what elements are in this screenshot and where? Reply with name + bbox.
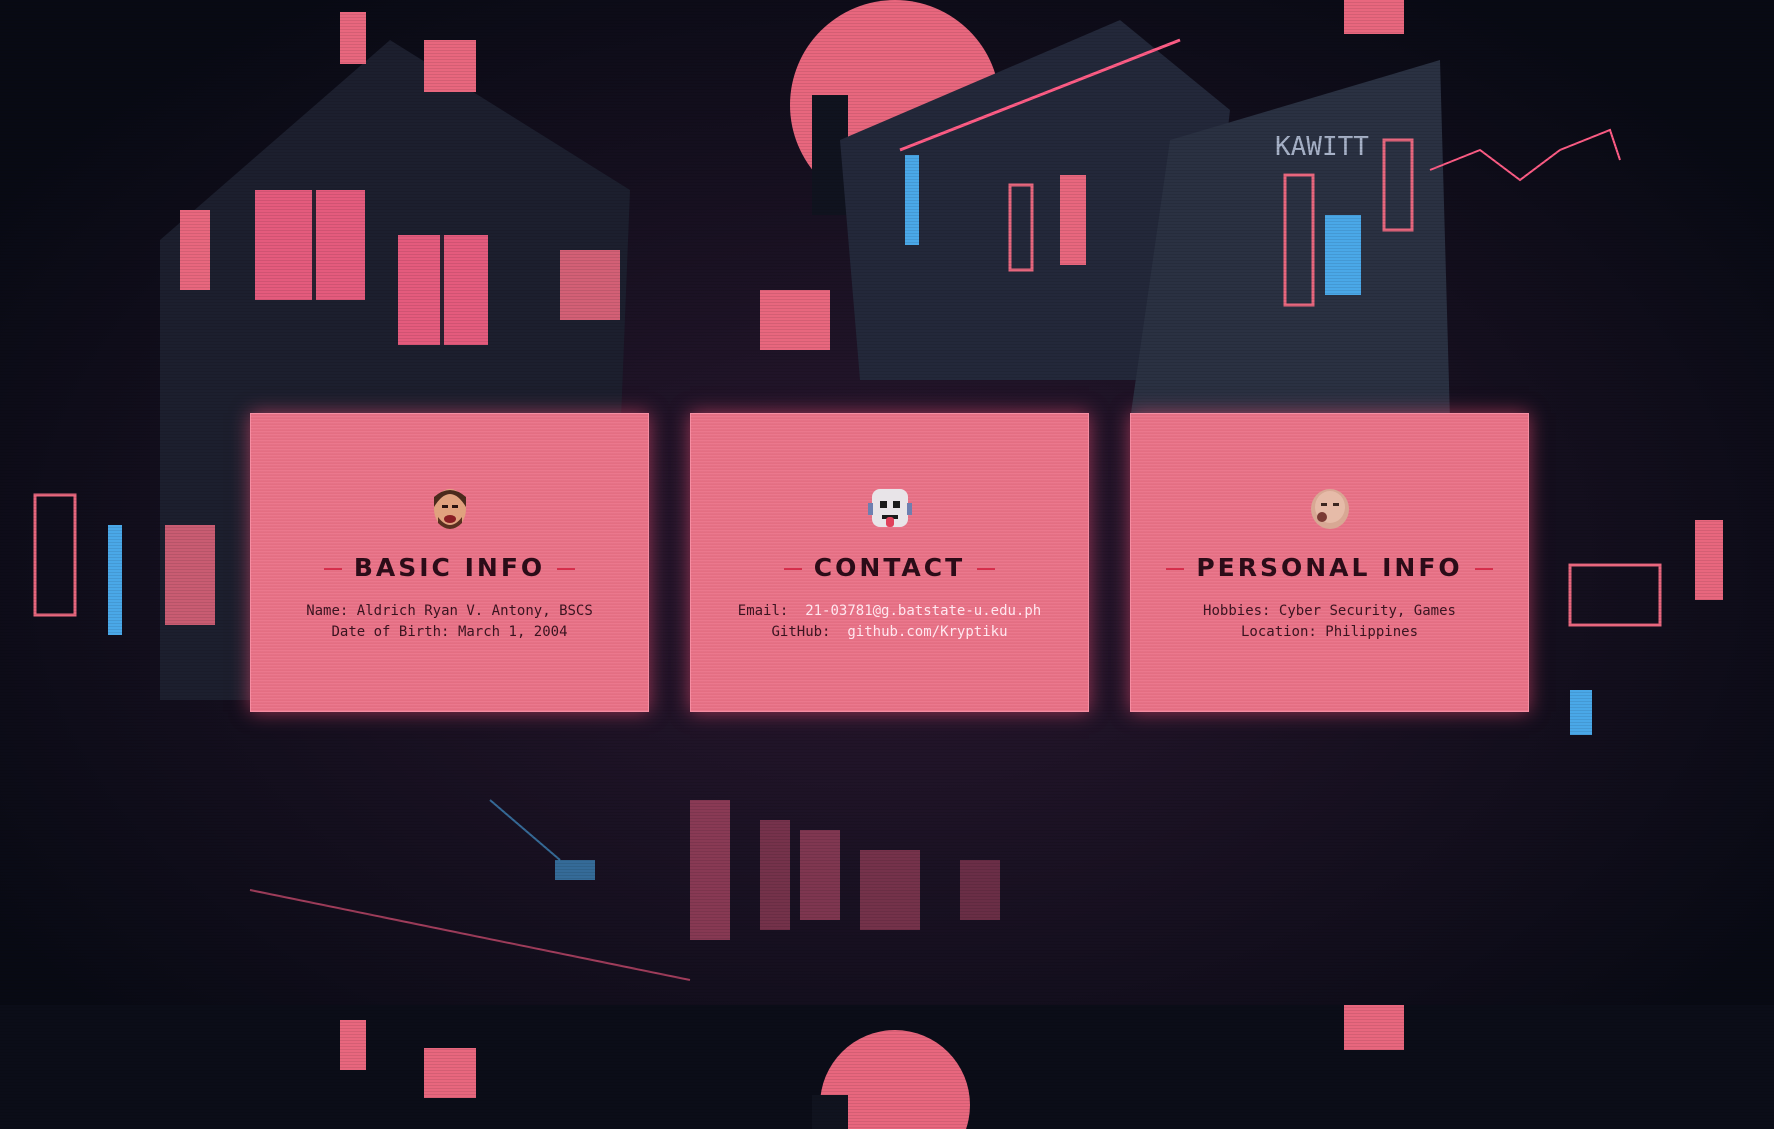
card-title: CONTACT	[690, 553, 1089, 582]
card-details: Email: 21-03781@g.batstate-u.edu.ph GitH…	[690, 601, 1089, 643]
github-row: GitHub: github.com/Kryptiku	[771, 624, 1008, 640]
name-row: Name: Aldrich Ryan V. Antony, BSCS	[306, 603, 593, 619]
card-title: BASIC INFO	[250, 553, 649, 582]
personal-info-card: PERSONAL INFO Hobbies: Cyber Security, G…	[1130, 413, 1529, 712]
bearded-man-emoji-icon	[434, 489, 466, 529]
building-sign-text: KAWITT	[1275, 132, 1369, 162]
contact-card: CONTACT Email: 21-03781@g.batstate-u.edu…	[690, 413, 1089, 712]
hobbies-row: Hobbies: Cyber Security, Games	[1203, 603, 1456, 619]
card-details: Hobbies: Cyber Security, Games Location:…	[1130, 601, 1529, 643]
card-title: PERSONAL INFO	[1130, 553, 1529, 582]
card-details: Name: Aldrich Ryan V. Antony, BSCS Date …	[250, 601, 649, 643]
github-link[interactable]: github.com/Kryptiku	[847, 624, 1007, 640]
location-row: Location: Philippines	[1240, 624, 1418, 640]
basic-info-card: BASIC INFO Name: Aldrich Ryan V. Antony,…	[250, 413, 649, 712]
robot-tongue-emoji-icon	[868, 489, 912, 527]
dob-row: Date of Birth: March 1, 2004	[331, 624, 568, 640]
email-link[interactable]: 21-03781@g.batstate-u.edu.ph	[805, 603, 1041, 619]
email-row: Email: 21-03781@g.batstate-u.edu.ph	[737, 603, 1042, 619]
baby-face-emoji-icon	[1311, 489, 1349, 529]
